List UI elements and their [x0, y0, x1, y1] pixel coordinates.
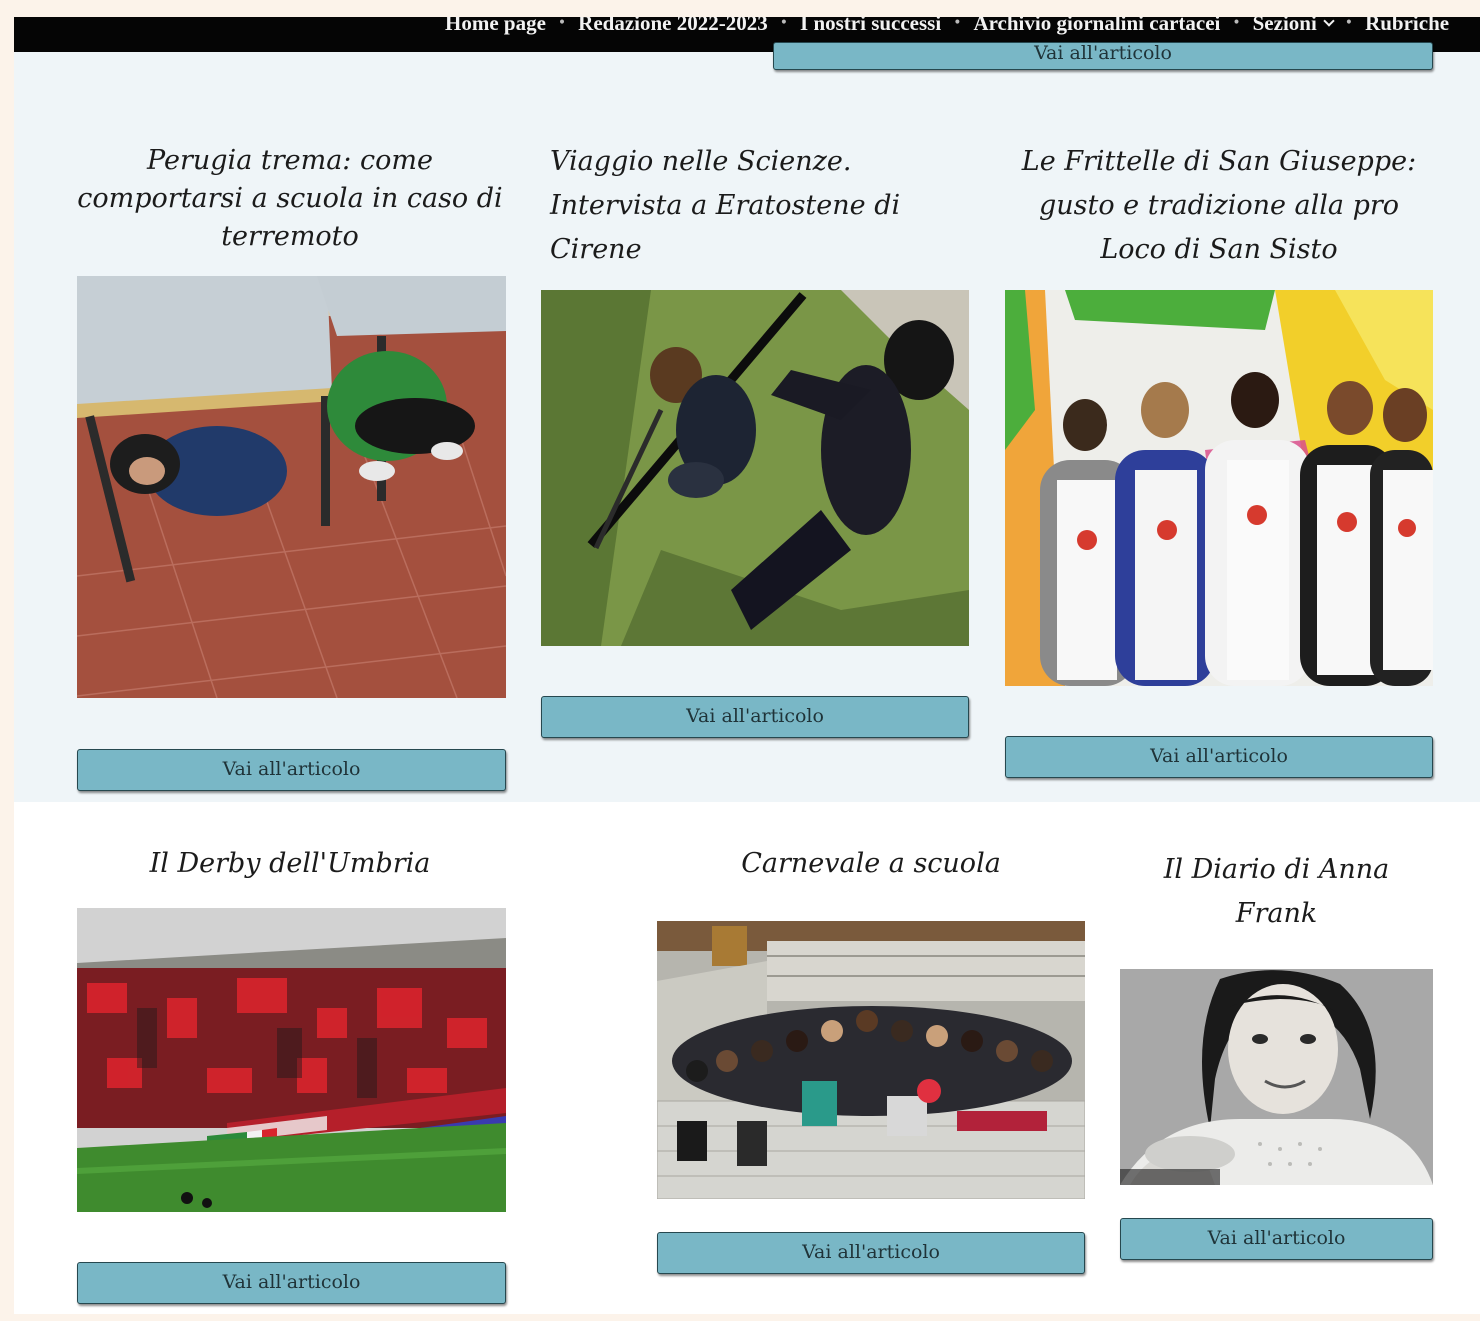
read-article-button-4[interactable]: Vai all'articolo: [77, 1262, 506, 1304]
read-article-button-2[interactable]: Vai all'articolo: [541, 696, 969, 738]
nav-home[interactable]: Home page: [445, 17, 546, 38]
nav-separator: •: [557, 17, 567, 31]
students-under-desks-photo[interactable]: [77, 276, 506, 698]
stadium-crowd-photo[interactable]: [77, 908, 506, 1212]
nav-archivio[interactable]: Archivio giornalini cartacei: [973, 17, 1220, 38]
nav-sezioni-label: Sezioni: [1252, 17, 1317, 35]
nav-successi[interactable]: I nostri successi: [800, 17, 941, 38]
previous-article-button[interactable]: Vai all'articolo: [773, 42, 1433, 70]
nav-rubriche[interactable]: Rubriche: [1365, 17, 1449, 38]
read-article-button-1[interactable]: Vai all'articolo: [77, 749, 506, 791]
nav-separator: •: [1232, 17, 1241, 31]
nav-sezioni[interactable]: Sezioni: [1252, 17, 1335, 38]
read-article-button-5[interactable]: Vai all'articolo: [657, 1232, 1085, 1274]
nav-separator: •: [1344, 17, 1354, 31]
chevron-down-icon: [1323, 17, 1335, 27]
article-title-2[interactable]: Viaggio nelle Scienze. Intervista a Erat…: [550, 140, 930, 272]
nav-separator: •: [779, 17, 789, 31]
article-title-5[interactable]: Carnevale a scuola: [657, 845, 1085, 883]
article-title-3[interactable]: Le Frittelle di San Giuseppe: gusto e tr…: [1005, 140, 1433, 272]
nav-menu: Home page • Redazione 2022-2023 • I nost…: [445, 17, 1449, 38]
nav-redazione[interactable]: Redazione 2022-2023: [578, 17, 768, 38]
nav-separator: •: [953, 17, 962, 31]
article-title-1[interactable]: Perugia trema: come comportarsi a scuola…: [74, 142, 506, 256]
students-measuring-shadow-photo[interactable]: [541, 290, 969, 646]
article-title-6[interactable]: Il Diario di Anna Frank: [1120, 848, 1433, 936]
class-group-photo[interactable]: [657, 921, 1085, 1199]
page-frame: Home page • Redazione 2022-2023 • I nost…: [14, 17, 1480, 1314]
article-title-4[interactable]: Il Derby dell'Umbria: [74, 845, 506, 883]
students-in-aprons-photo[interactable]: [1005, 290, 1433, 686]
anne-frank-portrait-photo[interactable]: [1120, 969, 1433, 1185]
read-article-button-3[interactable]: Vai all'articolo: [1005, 736, 1433, 778]
articles-section-top: Vai all'articolo Perugia trema: come com…: [14, 42, 1480, 802]
articles-section-bottom: Il Derby dell'Umbria Vai all'articolo Ca…: [14, 802, 1480, 1314]
read-article-button-6[interactable]: Vai all'articolo: [1120, 1218, 1433, 1260]
